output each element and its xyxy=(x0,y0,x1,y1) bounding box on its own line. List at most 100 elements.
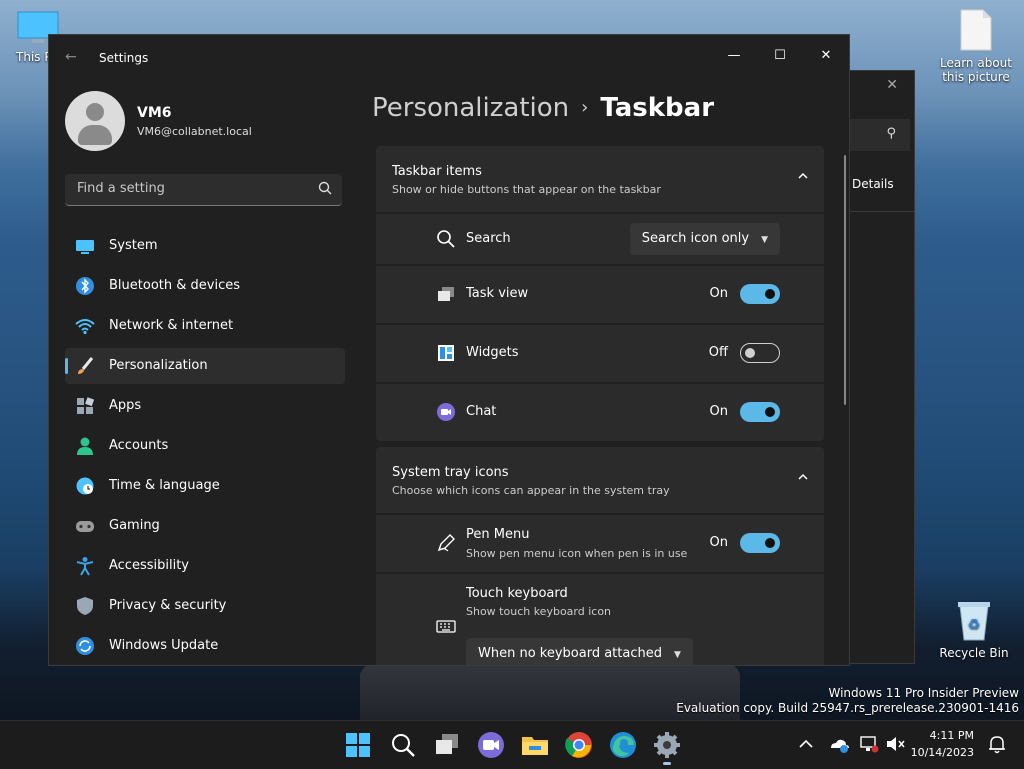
taskbar-search-icon[interactable] xyxy=(387,729,419,761)
row-label: Touch keyboard xyxy=(466,586,568,601)
wifi-icon xyxy=(75,316,95,336)
sidebar-item-system[interactable]: System xyxy=(65,228,345,264)
sidebar-item-apps[interactable]: Apps xyxy=(65,388,345,424)
chevron-down-icon: ▼ xyxy=(673,650,681,660)
breadcrumb: Personalization › Taskbar xyxy=(372,93,714,123)
page-title: Taskbar xyxy=(600,93,715,123)
accessibility-icon xyxy=(75,556,95,576)
chevron-down-icon: ▼ xyxy=(761,235,768,245)
notification-bell-icon[interactable] xyxy=(986,733,1008,755)
task-view-icon[interactable] xyxy=(431,729,463,761)
toggle-state-label: On xyxy=(709,404,728,419)
clock[interactable]: 4:11 PM 10/14/2023 xyxy=(911,727,974,761)
toggle-state-label: Off xyxy=(708,345,728,360)
globe-clock-icon xyxy=(75,476,95,496)
section-subtitle: Choose which icons can appear in the sys… xyxy=(392,484,670,497)
breadcrumb-separator: › xyxy=(581,97,589,118)
search-icon xyxy=(318,180,332,199)
sidebar-item-gaming[interactable]: Gaming xyxy=(65,508,345,544)
sidebar-item-label: System xyxy=(109,238,158,253)
chat-toggle[interactable] xyxy=(740,402,780,422)
sidebar-item-personalization[interactable]: Personalization xyxy=(65,348,345,384)
monitor-icon xyxy=(75,236,95,256)
network-icon[interactable] xyxy=(858,733,880,755)
minimize-button[interactable]: — xyxy=(711,41,757,71)
row-label: Widgets xyxy=(466,345,519,360)
chevron-up-icon[interactable] xyxy=(798,166,808,179)
search-input[interactable] xyxy=(75,180,309,197)
avatar[interactable] xyxy=(65,91,125,151)
window-title: Settings xyxy=(99,51,149,65)
widgets-icon xyxy=(436,343,456,363)
breadcrumb-parent[interactable]: Personalization xyxy=(372,93,569,123)
desktop-icon-label: Learn about this picture xyxy=(940,56,1012,84)
gamepad-icon xyxy=(75,516,95,536)
search-row: Search Search icon only ▼ xyxy=(376,214,824,264)
row-label: Task view xyxy=(466,286,529,301)
onedrive-status-icon[interactable] xyxy=(828,733,850,755)
sidebar-item-label: Privacy & security xyxy=(109,598,227,613)
maximize-button[interactable]: ☐ xyxy=(757,41,803,71)
back-button[interactable]: ← xyxy=(65,49,77,65)
taskbar: 4:11 PM 10/14/2023 xyxy=(0,720,1024,769)
sidebar-item-label: Apps xyxy=(109,398,142,413)
chevron-up-icon[interactable] xyxy=(798,467,808,480)
pen-menu-row: Pen Menu Show pen menu icon when pen is … xyxy=(376,515,824,572)
title-bar[interactable]: ← Settings — ☐ ✕ xyxy=(49,35,849,81)
system-tray-header[interactable]: System tray icons Choose which icons can… xyxy=(376,447,824,513)
sidebar-item-label: Network & internet xyxy=(109,318,234,333)
row-label: Pen Menu xyxy=(466,527,530,542)
start-button[interactable] xyxy=(342,729,374,761)
widgets-row: Widgets Off xyxy=(376,325,824,382)
bluetooth-icon xyxy=(75,276,95,296)
desktop-icon-recycle-bin[interactable]: ♻ Recycle Bin xyxy=(934,598,1014,660)
settings-app-icon[interactable] xyxy=(651,729,683,765)
close-icon[interactable]: ✕ xyxy=(886,77,898,93)
sidebar-item-label: Bluetooth & devices xyxy=(109,278,240,293)
sidebar-item-accessibility[interactable]: Accessibility xyxy=(65,548,345,584)
sidebar-item-label: Personalization xyxy=(109,358,208,373)
search-icon xyxy=(436,229,456,249)
tray-overflow-chevron-icon[interactable] xyxy=(795,733,817,755)
avatar-head xyxy=(86,103,104,121)
chat-icon xyxy=(436,402,456,422)
sidebar-item-bluetooth[interactable]: Bluetooth & devices xyxy=(65,268,345,304)
close-button[interactable]: ✕ xyxy=(803,41,849,71)
row-label: Search xyxy=(466,231,511,246)
brush-icon xyxy=(75,356,95,376)
sidebar-item-privacy[interactable]: Privacy & security xyxy=(65,588,345,624)
edge-icon[interactable] xyxy=(607,729,639,761)
chat-icon[interactable] xyxy=(475,729,507,761)
sidebar-item-accounts[interactable]: Accounts xyxy=(65,428,345,464)
row-label: Chat xyxy=(466,404,497,419)
dropdown-value: When no keyboard attached xyxy=(478,646,662,661)
task-view-toggle[interactable] xyxy=(740,284,780,304)
section-title: System tray icons xyxy=(392,465,509,480)
scrollbar[interactable] xyxy=(844,155,846,405)
desktop-icon-learn-picture[interactable]: Learn about this picture xyxy=(936,8,1016,84)
user-email: VM6@collabnet.local xyxy=(137,125,252,138)
file-explorer-icon[interactable] xyxy=(519,729,551,761)
sidebar-item-windows-update[interactable]: Windows Update xyxy=(65,628,345,664)
clock-date: 10/14/2023 xyxy=(910,746,974,759)
sidebar-item-network[interactable]: Network & internet xyxy=(65,308,345,344)
volume-muted-icon[interactable] xyxy=(884,733,906,755)
search-mode-dropdown[interactable]: Search icon only ▼ xyxy=(629,223,780,255)
apps-icon xyxy=(75,396,95,416)
task-view-icon xyxy=(436,284,456,304)
background-search-box[interactable]: ⚲ xyxy=(848,119,910,151)
section-title: Taskbar items xyxy=(392,164,482,179)
pen-menu-toggle[interactable] xyxy=(740,533,780,553)
widgets-toggle[interactable] xyxy=(740,343,780,363)
svg-text:♻: ♻ xyxy=(968,617,981,633)
chrome-icon[interactable] xyxy=(563,729,595,761)
sidebar-item-time-language[interactable]: Time & language xyxy=(65,468,345,504)
details-tab[interactable]: Details xyxy=(852,177,894,191)
update-icon xyxy=(75,636,95,656)
taskbar-items-header[interactable]: Taskbar items Show or hide buttons that … xyxy=(376,146,824,212)
row-sublabel: Show touch keyboard icon xyxy=(466,605,612,618)
find-setting-box[interactable] xyxy=(65,174,342,206)
avatar-body xyxy=(78,125,112,145)
touch-keyboard-dropdown[interactable]: When no keyboard attached ▼ xyxy=(466,638,693,665)
task-view-row: Task view On xyxy=(376,266,824,323)
